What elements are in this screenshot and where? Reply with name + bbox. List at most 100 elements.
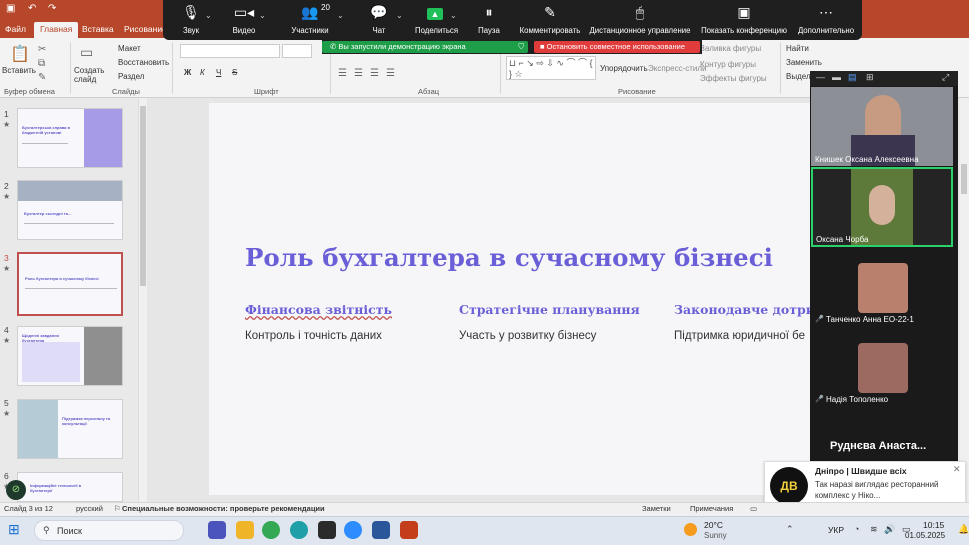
- file-explorer-icon[interactable]: [236, 521, 254, 539]
- wifi-icon[interactable]: ≋: [870, 524, 878, 535]
- weather-description[interactable]: Sunny: [704, 531, 727, 540]
- edge-icon[interactable]: [290, 521, 308, 539]
- new-slide-button[interactable]: Создать слайд: [74, 66, 104, 84]
- zoom-share-button[interactable]: ▲ Поделиться: [415, 0, 458, 40]
- thumbnail-slide-6[interactable]: Інформаційні технології в бухгалтерії: [17, 472, 123, 502]
- column-body-1[interactable]: Контроль і точність даних: [245, 330, 382, 342]
- notes-button[interactable]: Заметки: [642, 504, 671, 513]
- network-icon[interactable]: ◔: [854, 524, 859, 534]
- gallery-view-icon[interactable]: ⊞: [866, 72, 874, 83]
- store-icon[interactable]: [318, 521, 336, 539]
- clock-time[interactable]: 10:15: [923, 520, 944, 530]
- tab-draw[interactable]: Рисование: [122, 22, 169, 38]
- editor-scrollbar[interactable]: [960, 98, 969, 502]
- chevron-down-icon[interactable]: ⌄: [259, 11, 266, 20]
- comments-button[interactable]: Примечания: [690, 504, 733, 513]
- minimize-icon[interactable]: —: [816, 72, 825, 82]
- slide-title[interactable]: Роль бухгалтера в сучасному бізнесі: [245, 243, 773, 272]
- quick-styles-button[interactable]: Экспресс-стили: [648, 64, 707, 73]
- underline-button[interactable]: Ч: [216, 68, 221, 77]
- expand-icon[interactable]: ⤢: [942, 72, 949, 83]
- zoom-remote-control-button[interactable]: 🖱 Дистанционное управление: [589, 0, 691, 40]
- thumbnail-slide-3[interactable]: Роль бухгалтера в сучасному бізнесі: [17, 252, 123, 316]
- chevron-down-icon[interactable]: ⌄: [205, 11, 212, 20]
- format-painter-icon[interactable]: ✎: [38, 72, 46, 83]
- save-icon[interactable]: ▣: [6, 3, 15, 14]
- chevron-up-icon[interactable]: ⌃: [786, 524, 794, 535]
- accessibility-status[interactable]: Специальные возможности: проверьте реком…: [122, 504, 325, 513]
- tab-file[interactable]: Файл: [3, 22, 28, 38]
- clock-date[interactable]: 01.05.2025: [905, 531, 945, 540]
- teams-icon[interactable]: [208, 521, 226, 539]
- zoom-chat-button[interactable]: 💬 Чат: [365, 0, 393, 40]
- bold-button[interactable]: Ж: [184, 68, 191, 77]
- align-center-icon[interactable]: ☰: [354, 68, 363, 79]
- font-size-field[interactable]: [282, 44, 312, 58]
- align-left-icon[interactable]: ☰: [338, 68, 347, 79]
- column-heading-1[interactable]: Фінансова звітність: [245, 302, 392, 317]
- slide-canvas[interactable]: [209, 103, 810, 495]
- find-button[interactable]: Найти: [786, 44, 809, 53]
- weather-temperature[interactable]: 20°C: [704, 520, 723, 530]
- scroll-thumb[interactable]: [961, 164, 967, 194]
- section-button[interactable]: Раздел: [118, 72, 144, 81]
- column-body-2[interactable]: Участь у розвитку бізнесу: [459, 330, 596, 342]
- copy-icon[interactable]: ⧉: [38, 58, 45, 69]
- chrome-icon[interactable]: [262, 521, 280, 539]
- zoom-pause-button[interactable]: ⏸ Пауза: [475, 0, 503, 40]
- strike-button[interactable]: S: [232, 68, 237, 77]
- notification-bell-icon[interactable]: 🔔: [958, 524, 969, 535]
- speaker-view-icon[interactable]: ▬: [832, 72, 841, 82]
- accessibility-icon[interactable]: ⚐: [114, 504, 121, 513]
- thumbnail-slide-4[interactable]: Щоденні завдання бухгалтера: [17, 326, 123, 386]
- copilot-icon[interactable]: ⊘: [6, 480, 26, 500]
- shape-outline-button[interactable]: Контур фигуры: [700, 60, 756, 69]
- redo-icon[interactable]: ↷: [48, 3, 56, 14]
- cut-icon[interactable]: ✂: [38, 44, 46, 55]
- chevron-down-icon[interactable]: ⌄: [396, 11, 403, 20]
- zoom-annotate-button[interactable]: ✎ Комментировать: [518, 0, 582, 40]
- weather-sun-icon[interactable]: [684, 523, 697, 536]
- zoom-audio-button[interactable]: 🎙 Звук: [176, 0, 206, 40]
- volume-icon[interactable]: 🔊: [884, 524, 895, 535]
- stop-share-button[interactable]: ■ Остановить совместное использование: [534, 41, 700, 53]
- column-body-3[interactable]: Підтримка юридичної бе: [674, 330, 805, 342]
- italic-button[interactable]: К: [200, 68, 205, 77]
- tab-home[interactable]: Главная: [34, 22, 79, 38]
- strip-view-icon[interactable]: ▤: [848, 72, 857, 83]
- zoom-show-meeting-button[interactable]: ▣ Показать конференцию: [699, 0, 789, 40]
- shapes-gallery[interactable]: ⊔ ⌐ ↘ ⇨ ⇩ ∿ ⌒ ⌒ { } ☆: [506, 56, 596, 80]
- close-icon[interactable]: ✕: [953, 464, 961, 475]
- powerpoint-icon[interactable]: [400, 521, 418, 539]
- arrange-button[interactable]: Упорядочить: [600, 64, 648, 73]
- word-icon[interactable]: [372, 521, 390, 539]
- tab-insert[interactable]: Вставка: [80, 22, 116, 38]
- zoom-more-button[interactable]: ⋯ Дополнительно: [795, 0, 857, 40]
- chevron-down-icon[interactable]: ⌄: [337, 11, 344, 20]
- justify-icon[interactable]: ☰: [386, 68, 395, 79]
- language-indicator[interactable]: русский: [76, 504, 103, 513]
- reset-button[interactable]: Восстановить: [118, 58, 169, 67]
- thumbnail-slide-2[interactable]: Бухгалтер сьогодні та...: [17, 180, 123, 240]
- thumbnail-scrollbar[interactable]: [138, 98, 147, 502]
- thumbnail-slide-5[interactable]: Підтримка персоналу та консультації: [17, 399, 123, 459]
- column-heading-2[interactable]: Стратегічне планування: [459, 302, 640, 317]
- paste-icon[interactable]: 📋: [10, 44, 30, 64]
- paste-button[interactable]: Вставить: [2, 66, 36, 75]
- layout-button[interactable]: Макет: [118, 44, 141, 53]
- windows-start-icon[interactable]: ⊞: [8, 521, 20, 538]
- thumbnail-slide-1[interactable]: Бухгалтерська справа в бюджетній установ…: [17, 108, 123, 168]
- font-name-field[interactable]: [180, 44, 280, 58]
- scroll-thumb[interactable]: [140, 106, 146, 286]
- zoom-icon[interactable]: [344, 521, 362, 539]
- shape-effects-button[interactable]: Эффекты фигуры: [700, 74, 767, 83]
- zoom-video-button[interactable]: ▭◂ Видео: [229, 0, 259, 40]
- normal-view-icon[interactable]: ▭: [750, 504, 757, 513]
- replace-button[interactable]: Заменить: [786, 58, 822, 67]
- new-slide-icon[interactable]: ▭: [80, 44, 93, 61]
- undo-icon[interactable]: ↶: [28, 3, 36, 14]
- taskbar-search-input[interactable]: ⚲ Поиск: [34, 520, 184, 541]
- input-language[interactable]: УКР: [828, 525, 844, 535]
- shape-fill-button[interactable]: Заливка фигуры: [700, 44, 761, 53]
- align-right-icon[interactable]: ☰: [370, 68, 379, 79]
